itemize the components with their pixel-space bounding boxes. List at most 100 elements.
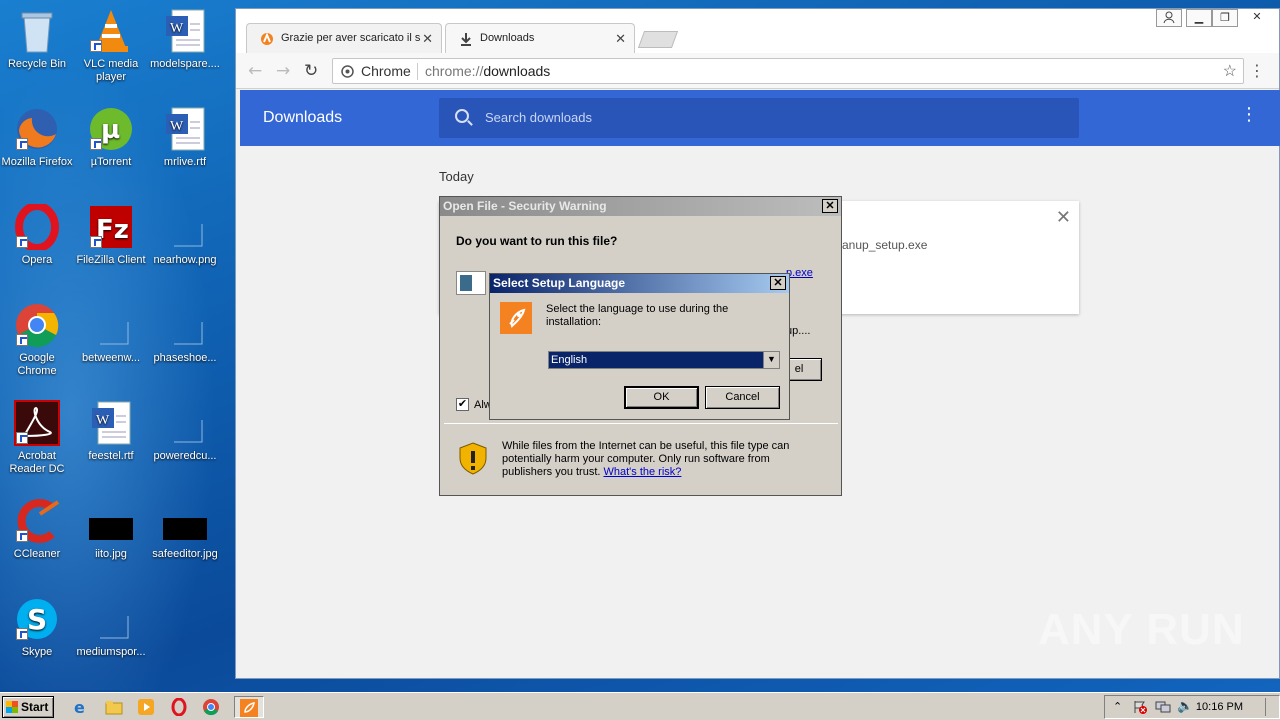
network-icon[interactable] xyxy=(1155,700,1171,717)
reload-icon[interactable]: ↻ xyxy=(304,61,318,81)
always-ask-checkbox[interactable]: ✔ xyxy=(456,398,469,411)
close-icon[interactable]: ✕ xyxy=(770,276,786,290)
desktop-icon-phaseshoe[interactable]: phaseshoe... xyxy=(148,302,222,365)
blank-file-icon xyxy=(88,302,134,348)
opera-icon xyxy=(14,202,60,252)
setup-rocket-icon xyxy=(500,302,532,337)
dialog-message: Select the language to use during the in… xyxy=(546,303,729,328)
desktop-icon-nearhow[interactable]: nearhow.png xyxy=(148,204,222,267)
taskbar-setup-button[interactable] xyxy=(234,696,264,718)
close-window-icon[interactable]: ✕ xyxy=(1244,9,1270,27)
blank-file-icon xyxy=(162,204,208,250)
skype-icon: S xyxy=(14,596,60,642)
page-title: Downloads xyxy=(263,109,343,126)
address-bar[interactable]: Chrome chrome://downloads ☆ xyxy=(332,58,1244,84)
minimize-icon[interactable]: ▁ xyxy=(1186,9,1212,27)
language-select[interactable]: English ▼ xyxy=(548,351,780,369)
windows-flag-icon xyxy=(6,701,18,713)
desktop-icon-label: Acrobat Reader DC xyxy=(9,450,65,475)
bookmark-star-icon[interactable]: ☆ xyxy=(1223,61,1237,81)
action-center-flag-icon[interactable] xyxy=(1133,700,1147,717)
dialog-question: Do you want to run this file? xyxy=(456,234,618,248)
restore-icon[interactable]: ❐ xyxy=(1212,9,1238,27)
desktop-icon-recycle-bin[interactable]: Recycle Bin xyxy=(0,8,74,71)
desktop-icon-betweenw[interactable]: betweenw... xyxy=(74,302,148,365)
profile-icon[interactable] xyxy=(1156,9,1182,27)
cancel-button[interactable]: Cancel xyxy=(705,386,780,409)
chrome-taskbar-icon[interactable] xyxy=(202,698,220,716)
desktop-icon-ccleaner[interactable]: CCleaner xyxy=(0,498,74,561)
desktop-icon-feestel[interactable]: W feestel.rtf xyxy=(74,400,148,463)
toolbar: ← → ↻ Chrome chrome://downloads ☆ ⋮ xyxy=(236,53,1279,89)
dialog-title: Open File - Security Warning xyxy=(443,199,607,213)
svg-text:e: e xyxy=(74,698,85,716)
word-doc-icon: W xyxy=(162,106,208,152)
desktop-icon-opera[interactable]: Opera xyxy=(0,202,74,267)
forward-arrow-icon[interactable]: → xyxy=(276,61,290,81)
show-desktop-button[interactable] xyxy=(1265,698,1277,716)
new-tab-button[interactable] xyxy=(637,31,679,48)
chevron-down-icon[interactable]: ▼ xyxy=(763,352,779,368)
desktop-icon-firefox[interactable]: Mozilla Firefox xyxy=(0,106,74,169)
acrobat-icon xyxy=(14,400,60,446)
desktop-icon-label: Google Chrome xyxy=(17,352,57,377)
tab-close-icon[interactable]: ✕ xyxy=(422,31,433,47)
desktop-icon-skype[interactable]: S Skype xyxy=(0,596,74,659)
tab-strip: Grazie per aver scaricato il s ✕ Downloa… xyxy=(236,9,1279,57)
download-file-name[interactable]: anup_setup.exe xyxy=(842,238,927,252)
desktop-icon-filezilla[interactable]: Fz FileZilla Client xyxy=(74,204,148,267)
tab-downloads[interactable]: Downloads ✕ xyxy=(445,23,635,53)
language-selected-value: English xyxy=(551,354,588,366)
desktop-icon-vlc[interactable]: VLC media player xyxy=(74,8,148,84)
file-path-link[interactable]: p.exe xyxy=(786,267,813,279)
utorrent-icon: µ xyxy=(88,106,134,152)
desktop-icon-modelspare[interactable]: W modelspare.... xyxy=(148,8,222,71)
ok-button[interactable]: OK xyxy=(624,386,699,409)
ccleaner-icon xyxy=(14,498,60,544)
volume-icon[interactable]: 🔈 xyxy=(1177,699,1193,714)
svg-text:S: S xyxy=(27,603,47,636)
tab-avast[interactable]: Grazie per aver scaricato il s ✕ xyxy=(246,23,442,53)
desktop-icon-label: feestel.rtf xyxy=(88,450,134,462)
show-hidden-icons-icon[interactable]: ⌃ xyxy=(1113,700,1122,713)
desktop-icon-acrobat[interactable]: Acrobat Reader DC xyxy=(0,400,74,476)
chrome-menu-icon[interactable]: ⋮ xyxy=(1249,61,1265,80)
anyrun-watermark: ANY RUN xyxy=(1038,605,1245,654)
site-chip: Chrome xyxy=(361,63,411,79)
desktop-icon-poweredcu[interactable]: poweredcu... xyxy=(148,400,222,463)
url-scheme: chrome:// xyxy=(425,63,484,79)
vlc-cone-icon xyxy=(88,8,134,54)
close-icon[interactable]: ✕ xyxy=(822,199,838,213)
desktop-icon-mediumspor[interactable]: mediumspor... xyxy=(74,596,148,659)
media-player-icon[interactable] xyxy=(137,698,155,716)
internet-explorer-icon[interactable]: e xyxy=(72,698,90,717)
more-actions-icon[interactable]: ⋮ xyxy=(1240,104,1258,125)
search-downloads-input[interactable]: Search downloads xyxy=(439,98,1079,138)
cancel-button-label: el xyxy=(794,363,804,375)
desktop-icon-label: iito.jpg xyxy=(95,548,127,560)
desktop-icon-label: mediumspor... xyxy=(76,646,146,658)
desktop-icon-safeeditor[interactable]: safeeditor.jpg xyxy=(148,498,222,561)
system-tray: ⌃ 🔈 10:16 PM xyxy=(1104,695,1280,719)
back-arrow-icon[interactable]: ← xyxy=(248,61,262,81)
tab-close-icon[interactable]: ✕ xyxy=(615,31,626,47)
desktop-icon-utorrent[interactable]: µ µTorrent xyxy=(74,106,148,169)
url-path: downloads xyxy=(483,63,551,79)
whats-the-risk-link[interactable]: What's the risk? xyxy=(604,466,682,478)
desktop-icon-iito[interactable]: iito.jpg xyxy=(74,498,148,561)
desktop-icon-chrome[interactable]: Google Chrome xyxy=(0,302,74,378)
dialog-divider xyxy=(444,423,838,424)
desktop-icon-label: modelspare.... xyxy=(150,58,220,70)
ok-button-label: OK xyxy=(653,391,670,403)
remove-download-icon[interactable]: ✕ xyxy=(1056,207,1071,228)
desktop-icon-label: betweenw... xyxy=(81,352,141,364)
desktop-icon-mrlive[interactable]: W mrlive.rtf xyxy=(148,106,222,169)
opera-taskbar-icon[interactable] xyxy=(170,697,188,717)
svg-text:W: W xyxy=(96,413,110,428)
file-explorer-icon[interactable] xyxy=(105,698,123,716)
start-button[interactable]: Start xyxy=(2,696,54,718)
start-label: Start xyxy=(21,700,49,714)
clock[interactable]: 10:16 PM xyxy=(1196,701,1243,713)
shield-warning-icon xyxy=(458,441,488,478)
search-icon xyxy=(455,109,469,123)
